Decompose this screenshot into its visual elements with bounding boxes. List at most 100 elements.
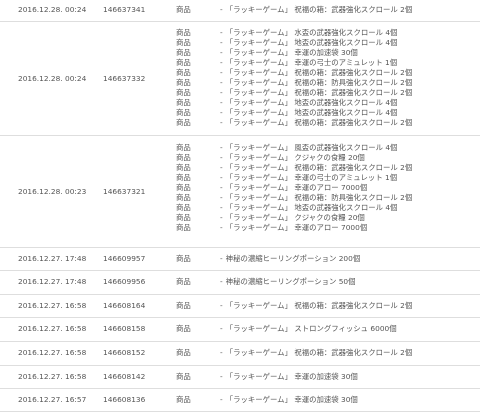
item-name: 「ラッキーゲーム」 祝福の箱：武器強化スクロール 2個 — [225, 68, 413, 77]
list-item: 商品 - 「ラッキーゲーム」 祝福の箱：防具強化スクロール 2個 — [0, 193, 480, 203]
list-item: 商品 - 「ラッキーゲーム」 水盃の武器強化スクロール 4個 — [0, 28, 480, 38]
list-item: 商品 - 「ラッキーゲーム」 幸運の加速袋 30個 — [0, 372, 480, 382]
dash: - — [220, 301, 223, 310]
list-item: 商品 - 「ラッキーゲーム」 地盃の武器強化スクロール 4個 — [0, 98, 480, 108]
item-name: 「ラッキーゲーム」 幸運の弓士のアミュレット 1個 — [225, 58, 398, 67]
item-name: 「ラッキーゲーム」 祝福の箱：武器強化スクロール 2個 — [225, 5, 413, 14]
dash: - — [220, 163, 223, 172]
item-name: 「ラッキーゲーム」 幸運の加速袋 30個 — [225, 395, 358, 404]
table-row: 2016.12.27. 16:58 146608152 商品 - 「ラッキーゲーム」… — [0, 342, 480, 366]
item-name: 「ラッキーゲーム」 風盃の武器強化スクロール 4個 — [225, 143, 398, 152]
item-name: 「ラッキーゲーム」 地盃の武器強化スクロール 4個 — [225, 38, 398, 47]
list-item: 商品 - 「ラッキーゲーム」 地盃の武器強化スクロール 4個 — [0, 203, 480, 213]
dash: - — [220, 5, 223, 14]
item-type: 商品 — [176, 277, 191, 286]
dash: - — [220, 48, 223, 57]
list-item: 商品 - 「ラッキーゲーム」 風盃の武器強化スクロール 4個 — [0, 143, 480, 153]
dash: - — [220, 395, 223, 404]
dash: - — [220, 183, 223, 192]
item-type: 商品 — [176, 58, 191, 67]
list-item: 商品 - 「ラッキーゲーム」 祝福の箱：武器強化スクロール 2個 — [0, 5, 480, 15]
list-item: 商品 - 「ラッキーゲーム」 祝福の箱：武器強化スクロール 2個 — [0, 348, 480, 358]
item-name: 神秘の濃縮ヒーリングポーション 50個 — [225, 277, 356, 286]
item-type: 商品 — [176, 108, 191, 117]
item-type: 商品 — [176, 5, 191, 14]
list-item: 商品 - 「ラッキーゲーム」 幸運の加速袋 30個 — [0, 48, 480, 58]
item-type: 商品 — [176, 348, 191, 357]
item-type: 商品 — [176, 254, 191, 263]
item-name: 「ラッキーゲーム」 地盃の武器強化スクロール 4個 — [225, 108, 398, 117]
item-name: 「ラッキーゲーム」 祝福の箱：防具強化スクロール 2個 — [225, 193, 413, 202]
item-type: 商品 — [176, 173, 191, 182]
item-type: 商品 — [176, 163, 191, 172]
table-row: 2016.12.27. 16:57 146608136 商品 - 「ラッキーゲーム」… — [0, 389, 480, 412]
item-type: 商品 — [176, 193, 191, 202]
dash: - — [220, 277, 223, 286]
list-item: 商品 - 「ラッキーゲーム」 祝福の箱：武器強化スクロール 2個 — [0, 68, 480, 78]
list-item: 商品 - 「ラッキーゲーム」 幸運の加速袋 30個 — [0, 395, 480, 405]
list-item: 商品 - 「ラッキーゲーム」 祝福の箱：武器強化スクロール 2個 — [0, 88, 480, 98]
list-item: 商品 - 「ラッキーゲーム」 幸運の弓士のアミュレット 1個 — [0, 173, 480, 183]
item-type: 商品 — [176, 301, 191, 310]
list-item: 商品 - 「ラッキーゲーム」 ストロングフィッシュ 6000個 — [0, 324, 480, 334]
table-row: 2016.12.28. 00:24 146637341 商品 - 「ラッキーゲーム… — [0, 0, 480, 22]
list-item: 商品 - 「ラッキーゲーム」 祝福の箱：武器強化スクロール 2個 — [0, 301, 480, 311]
item-type: 商品 — [176, 324, 191, 333]
list-item: 商品 - 「ラッキーゲーム」 クジャクの食糧 20個 — [0, 213, 480, 223]
table-row: 2016.12.28. 00:24 146637332 商品 - 「ラッキーゲーム」… — [0, 22, 480, 136]
dash: - — [220, 118, 223, 127]
dash: - — [220, 108, 223, 117]
list-item: 商品 - 「ラッキーゲーム」 幸運のアロー 7000個 — [0, 183, 480, 193]
dash: - — [220, 223, 223, 232]
table-row: 2016.12.27. 16:58 146608142 商品 - 「ラッキーゲーム」… — [0, 366, 480, 389]
table-row: 2016.12.27. 17:48 146609956 商品 - 神秘の濃縮ヒーリン… — [0, 271, 480, 295]
dash: - — [220, 213, 223, 222]
dash: - — [220, 348, 223, 357]
table-row: 2016.12.27. 16:58 146608158 商品 - 「ラッキーゲーム」… — [0, 318, 480, 342]
dash: - — [220, 38, 223, 47]
list-item: 商品 - 「ラッキーゲーム」 祝福の箱：防具強化スクロール 2個 — [0, 78, 480, 88]
dash: - — [220, 68, 223, 77]
item-type: 商品 — [176, 183, 191, 192]
item-type: 商品 — [176, 143, 191, 152]
item-name: 「ラッキーゲーム」 幸運のアロー 7000個 — [225, 183, 368, 192]
dash: - — [220, 58, 223, 67]
item-type: 商品 — [176, 88, 191, 97]
item-type: 商品 — [176, 223, 191, 232]
item-type: 商品 — [176, 28, 191, 37]
dash: - — [220, 254, 223, 263]
item-name: 「ラッキーゲーム」 クジャクの食糧 20個 — [225, 153, 365, 162]
dash: - — [220, 203, 223, 212]
item-type: 商品 — [176, 372, 191, 381]
table-row: 2016.12.28. 00:23 146637321 商品 - 「ラッキーゲーム」… — [0, 136, 480, 248]
dash: - — [220, 98, 223, 107]
dash: - — [220, 372, 223, 381]
item-type: 商品 — [176, 118, 191, 127]
list-item: 商品 - 神秘の濃縮ヒーリングポーション 200個 — [0, 254, 480, 264]
list-item: 商品 - 神秘の濃縮ヒーリングポーション 50個 — [0, 277, 480, 287]
item-name: 「ラッキーゲーム」 幸運の加速袋 30個 — [225, 48, 358, 57]
dash: - — [220, 28, 223, 37]
list-item: 商品 - 「ラッキーゲーム」 クジャクの食糧 20個 — [0, 153, 480, 163]
list-item: 商品 - 「ラッキーゲーム」 幸運のアロー 7000個 — [0, 223, 480, 233]
item-name: 神秘の濃縮ヒーリングポーション 200個 — [225, 254, 361, 263]
item-type: 商品 — [176, 395, 191, 404]
table-row: 2016.12.27. 17:48 146609957 商品 - 神秘の濃縮ヒーリン… — [0, 248, 480, 271]
item-type: 商品 — [176, 203, 191, 212]
list-item: 商品 - 「ラッキーゲーム」 祝福の箱：武器強化スクロール 2個 — [0, 163, 480, 173]
dash: - — [220, 153, 223, 162]
list-item: 商品 - 「ラッキーゲーム」 祝福の箱：武器強化スクロール 2個 — [0, 118, 480, 128]
item-name: 「ラッキーゲーム」 幸運の加速袋 30個 — [225, 372, 358, 381]
item-type: 商品 — [176, 78, 191, 87]
item-type: 商品 — [176, 98, 191, 107]
item-name: 「ラッキーゲーム」 祝福の箱：武器強化スクロール 2個 — [225, 118, 413, 127]
list-item: 商品 - 「ラッキーゲーム」 地盃の武器強化スクロール 4個 — [0, 38, 480, 48]
item-name: 「ラッキーゲーム」 祝福の箱：武器強化スクロール 2個 — [225, 88, 413, 97]
dash: - — [220, 324, 223, 333]
list-item: 商品 - 「ラッキーゲーム」 地盃の武器強化スクロール 4個 — [0, 108, 480, 118]
item-name: 「ラッキーゲーム」 水盃の武器強化スクロール 4個 — [225, 28, 398, 37]
item-type: 商品 — [176, 38, 191, 47]
table-row: 2016.12.27. 16:58 146608164 商品 - 「ラッキーゲーム」… — [0, 295, 480, 318]
item-type: 商品 — [176, 153, 191, 162]
item-name: 「ラッキーゲーム」 幸運のアロー 7000個 — [225, 223, 368, 232]
